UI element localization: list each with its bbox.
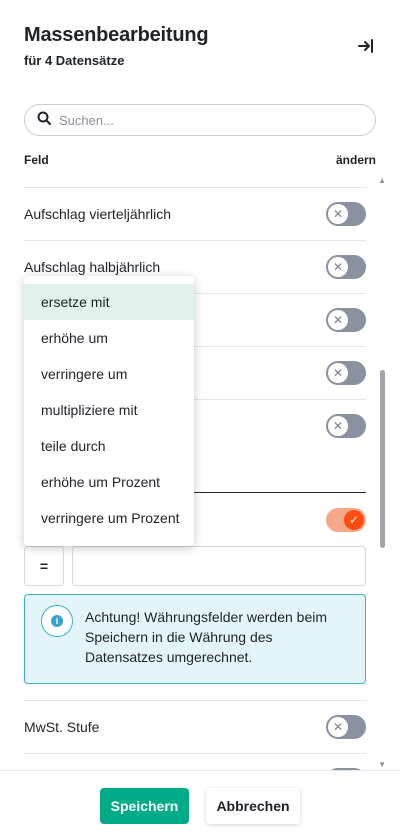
- dropdown-option-decrease-percent[interactable]: verringere um Prozent: [24, 500, 194, 536]
- operator-button[interactable]: =: [24, 546, 64, 586]
- collapse-panel-icon[interactable]: [356, 36, 376, 56]
- cancel-button[interactable]: Abbrechen: [206, 788, 300, 824]
- save-button[interactable]: Speichern: [100, 788, 189, 824]
- dropdown-option-increase-percent[interactable]: erhöhe um Prozent: [24, 464, 194, 500]
- column-header-change: ändern: [335, 153, 376, 167]
- search-box: [24, 104, 376, 136]
- operation-dropdown: ersetze mit erhöhe um verringere um mult…: [24, 276, 194, 546]
- field-label: Aufschlag halbjährlich: [24, 259, 161, 275]
- dropdown-option-replace[interactable]: ersetze mit: [24, 284, 194, 320]
- field-row: MwSt. Stufe ✕: [24, 700, 366, 753]
- column-header-field: Feld: [24, 153, 49, 167]
- panel-footer: Speichern Abbrechen: [0, 770, 400, 839]
- panel-title: Massenbearbeitung: [24, 24, 209, 46]
- info-icon: i: [41, 605, 73, 637]
- search-icon: [37, 111, 51, 130]
- scroll-down-icon[interactable]: ▼: [378, 760, 386, 769]
- change-toggle[interactable]: ✕: [326, 361, 366, 385]
- currency-alert: i Achtung! Währungsfelder werden beim Sp…: [24, 594, 366, 684]
- search-input[interactable]: [59, 112, 349, 128]
- dropdown-option-divide[interactable]: teile durch: [24, 428, 194, 464]
- scrollbar-thumb[interactable]: [380, 370, 385, 548]
- value-input[interactable]: [72, 546, 366, 586]
- field-label: Aufschlag vierteljährlich: [24, 206, 172, 222]
- change-toggle[interactable]: ✕: [326, 202, 366, 226]
- close-icon: ✕: [328, 257, 348, 277]
- field-row: ✕: [24, 753, 366, 770]
- change-toggle[interactable]: ✕: [326, 414, 366, 438]
- alert-text: Achtung! Währungsfelder werden beim Spei…: [85, 609, 328, 665]
- dropdown-option-decrease[interactable]: verringere um: [24, 356, 194, 392]
- panel-header: Massenbearbeitung für 4 Datensätze: [24, 24, 376, 68]
- close-icon: ✕: [328, 717, 348, 737]
- close-icon: ✕: [328, 363, 348, 383]
- panel-subtitle: für 4 Datensätze: [24, 53, 125, 68]
- close-icon: ✕: [328, 310, 348, 330]
- dropdown-option-multiply[interactable]: multipliziere mit: [24, 392, 194, 428]
- field-label: MwSt. Stufe: [24, 719, 100, 735]
- change-toggle[interactable]: ✕: [326, 308, 366, 332]
- field-row: Aufschlag vierteljährlich ✕: [24, 187, 366, 240]
- change-toggle[interactable]: ✓: [326, 507, 366, 532]
- check-icon: ✓: [344, 509, 364, 530]
- change-toggle[interactable]: ✕: [326, 255, 366, 279]
- close-icon: ✕: [328, 416, 348, 436]
- close-icon: ✕: [328, 204, 348, 224]
- dropdown-option-increase[interactable]: erhöhe um: [24, 320, 194, 356]
- change-toggle[interactable]: ✕: [326, 715, 366, 739]
- scroll-up-icon[interactable]: ▲: [378, 176, 386, 185]
